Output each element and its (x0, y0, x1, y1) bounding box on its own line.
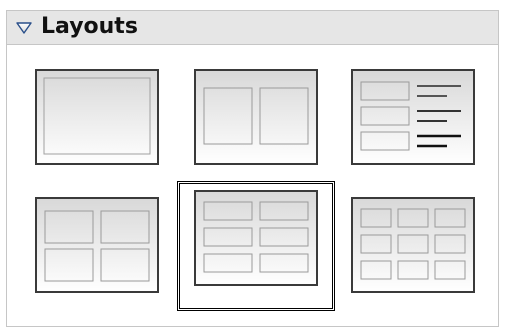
layout-boxes-text-icon (351, 69, 475, 165)
layout-six-grid-icon (194, 190, 318, 286)
layout-blank-icon (35, 69, 159, 165)
layouts-panel: Layouts (6, 10, 499, 327)
layout-nine-grid[interactable] (351, 197, 475, 293)
layouts-panel-title: Layouts (41, 14, 138, 39)
triangle-down-icon[interactable] (15, 19, 33, 37)
layout-boxes-and-text[interactable] (351, 69, 475, 165)
layouts-panel-header[interactable]: Layouts (7, 11, 498, 45)
layout-blank[interactable] (35, 69, 159, 165)
layout-four-grid-icon (35, 197, 159, 293)
layout-four-grid[interactable] (35, 197, 159, 293)
layout-six-grid-selected[interactable] (177, 181, 335, 311)
layout-two-columns-icon (194, 69, 318, 165)
layout-nine-grid-icon (351, 197, 475, 293)
layout-two-columns[interactable] (194, 69, 318, 165)
